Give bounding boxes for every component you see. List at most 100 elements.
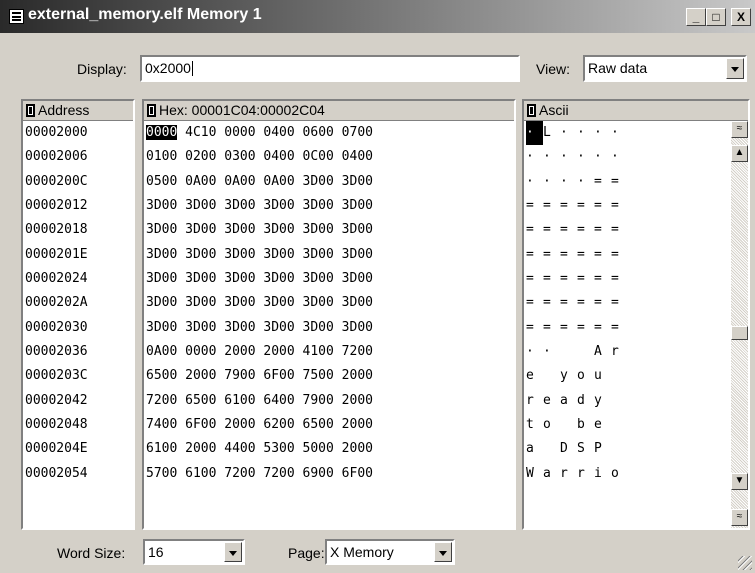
ascii-char[interactable]: = [594, 243, 611, 267]
ascii-char[interactable] [611, 364, 628, 388]
hex-header[interactable]: Hex: 00001C04:00002C04 [144, 101, 514, 121]
ascii-char[interactable]: = [543, 316, 560, 340]
app-icon[interactable] [9, 9, 24, 24]
minimize-button[interactable]: _ [686, 8, 706, 26]
address-row[interactable]: 0000202A [23, 291, 133, 315]
hex-row[interactable]: 0100 0200 0300 0400 0C00 0400 [144, 145, 514, 169]
ascii-char[interactable]: = [611, 218, 628, 242]
ascii-char[interactable]: e [594, 413, 611, 437]
ascii-char[interactable]: = [560, 194, 577, 218]
ascii-char[interactable]: · [526, 340, 543, 364]
ascii-row[interactable]: = = = = = = [524, 291, 748, 315]
address-row[interactable]: 00002006 [23, 145, 133, 169]
ascii-char[interactable]: = [560, 267, 577, 291]
ascii-char[interactable]: = [594, 218, 611, 242]
title-bar[interactable]: external_memory.elf Memory 1 _ □ X [0, 0, 755, 33]
ascii-row[interactable]: Warrio [524, 462, 748, 486]
ascii-char[interactable]: · [577, 121, 594, 145]
hex-pane[interactable]: Hex: 00001C04:00002C04 0000 4C10 0000 04… [142, 99, 516, 530]
resize-grip-icon[interactable] [738, 556, 752, 570]
ascii-char[interactable]: = [577, 194, 594, 218]
ascii-char[interactable]: = [611, 316, 628, 340]
ascii-char[interactable]: y [560, 364, 577, 388]
ascii-char[interactable]: u [594, 364, 611, 388]
ascii-char[interactable]: = [543, 267, 560, 291]
ascii-char[interactable]: = [594, 194, 611, 218]
display-input[interactable]: 0x2000 [140, 55, 520, 82]
hex-row[interactable]: 7400 6F00 2000 6200 6500 2000 [144, 413, 514, 437]
ascii-char[interactable]: · [611, 145, 628, 169]
ascii-char[interactable]: · [560, 121, 577, 145]
ascii-char[interactable]: = [526, 267, 543, 291]
ascii-char[interactable] [611, 413, 628, 437]
ascii-char[interactable] [543, 364, 560, 388]
ascii-char[interactable]: = [543, 218, 560, 242]
ascii-char[interactable]: = [560, 291, 577, 315]
address-pane[interactable]: Address 00002000 00002006 0000200C 00002012… [21, 99, 135, 530]
ascii-char[interactable]: = [543, 194, 560, 218]
ascii-char[interactable] [560, 340, 577, 364]
ascii-char[interactable]: · [543, 170, 560, 194]
ascii-char[interactable]: = [611, 170, 628, 194]
ascii-char[interactable]: = [594, 170, 611, 194]
ascii-char[interactable]: · [577, 170, 594, 194]
maximize-button[interactable]: □ [706, 8, 726, 26]
ascii-char[interactable]: = [594, 316, 611, 340]
view-chevron-down-icon[interactable] [726, 58, 744, 79]
ascii-row[interactable]: a DSP [524, 437, 748, 461]
hex-row[interactable]: 3D00 3D00 3D00 3D00 3D00 3D00 [144, 267, 514, 291]
ascii-char[interactable]: = [526, 291, 543, 315]
ascii-char[interactable]: = [611, 194, 628, 218]
ascii-char[interactable]: · [560, 145, 577, 169]
ascii-char[interactable]: = [543, 243, 560, 267]
ascii-row[interactable]: e you [524, 364, 748, 388]
ascii-char[interactable]: = [594, 267, 611, 291]
ascii-char[interactable]: o [611, 462, 628, 486]
hex-selected-word[interactable]: 0000 [146, 125, 178, 140]
ascii-char[interactable]: · [526, 145, 543, 169]
hex-row[interactable]: 6100 2000 4400 5300 5000 2000 [144, 437, 514, 461]
ascii-row[interactable]: · · · · = = [524, 170, 748, 194]
address-row[interactable]: 00002042 [23, 389, 133, 413]
ascii-char[interactable]: o [543, 413, 560, 437]
ascii-char[interactable] [560, 413, 577, 437]
ascii-row[interactable]: = = = = = = [524, 316, 748, 340]
ascii-char[interactable]: = [560, 316, 577, 340]
ascii-char[interactable]: = [526, 243, 543, 267]
hex-row[interactable]: 3D00 3D00 3D00 3D00 3D00 3D00 [144, 243, 514, 267]
ascii-char[interactable]: r [611, 340, 628, 364]
ascii-pane[interactable]: Ascii · L · · · · · · · · · · · · · · = = = = = = = = = = = = = = = = = =… [522, 99, 750, 530]
address-row[interactable]: 0000201E [23, 243, 133, 267]
ascii-row[interactable]: to be [524, 413, 748, 437]
ascii-char[interactable]: a [560, 389, 577, 413]
scroll-down-arrow-icon[interactable]: ▼ [731, 473, 748, 490]
ascii-char[interactable]: = [577, 218, 594, 242]
ascii-char[interactable] [543, 437, 560, 461]
ascii-char[interactable]: A [594, 340, 611, 364]
address-row[interactable]: 00002000 [23, 121, 133, 145]
ascii-char[interactable]: · [560, 170, 577, 194]
ascii-char[interactable] [577, 340, 594, 364]
ascii-char[interactable]: = [526, 218, 543, 242]
ascii-row[interactable]: = = = = = = [524, 218, 748, 242]
ascii-char[interactable]: r [577, 462, 594, 486]
ascii-char[interactable]: · [543, 340, 560, 364]
ascii-char[interactable]: · [577, 145, 594, 169]
ascii-char[interactable]: = [611, 243, 628, 267]
hex-row[interactable]: 6500 2000 7900 6F00 7500 2000 [144, 364, 514, 388]
page-chevron-down-icon[interactable] [434, 542, 452, 562]
ascii-char[interactable]: · [594, 145, 611, 169]
ascii-row[interactable]: = = = = = = [524, 267, 748, 291]
hex-row[interactable]: 3D00 3D00 3D00 3D00 3D00 3D00 [144, 316, 514, 340]
ascii-char[interactable]: = [577, 291, 594, 315]
address-header[interactable]: Address [23, 101, 133, 121]
ascii-char[interactable]: · [611, 121, 628, 145]
address-row[interactable]: 00002030 [23, 316, 133, 340]
word-size-chevron-down-icon[interactable] [224, 542, 242, 562]
address-row[interactable]: 00002054 [23, 462, 133, 486]
ascii-char[interactable]: t [526, 413, 543, 437]
ascii-char[interactable]: = [560, 243, 577, 267]
ascii-row[interactable]: = = = = = = [524, 194, 748, 218]
ascii-char[interactable]: o [577, 364, 594, 388]
ascii-char[interactable]: S [577, 437, 594, 461]
